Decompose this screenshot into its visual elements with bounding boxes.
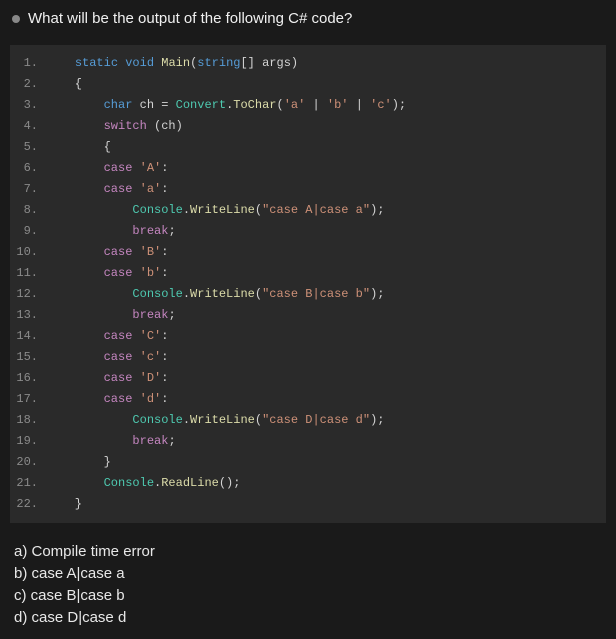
line-number: 13. bbox=[10, 305, 46, 326]
code-line: 18. Console.WriteLine("case D|case d"); bbox=[10, 410, 606, 431]
line-number: 7. bbox=[10, 179, 46, 200]
line-number: 12. bbox=[10, 284, 46, 305]
line-number: 16. bbox=[10, 368, 46, 389]
code-line: 10. case 'B': bbox=[10, 242, 606, 263]
line-content: case 'D': bbox=[46, 368, 168, 389]
line-content: case 'B': bbox=[46, 242, 168, 263]
code-line: 2. { bbox=[10, 74, 606, 95]
line-number: 20. bbox=[10, 452, 46, 473]
line-number: 4. bbox=[10, 116, 46, 137]
code-line: 1. static void Main(string[] args) bbox=[10, 53, 606, 74]
line-number: 1. bbox=[10, 53, 46, 74]
code-block: 1. static void Main(string[] args)2. {3.… bbox=[10, 45, 606, 523]
line-content: break; bbox=[46, 305, 176, 326]
code-line: 21. Console.ReadLine(); bbox=[10, 473, 606, 494]
code-line: 17. case 'd': bbox=[10, 389, 606, 410]
code-line: 5. { bbox=[10, 137, 606, 158]
line-content: Console.WriteLine("case A|case a"); bbox=[46, 200, 385, 221]
bullet-icon bbox=[12, 15, 20, 23]
line-number: 10. bbox=[10, 242, 46, 263]
code-line: 11. case 'b': bbox=[10, 263, 606, 284]
line-number: 19. bbox=[10, 431, 46, 452]
code-line: 7. case 'a': bbox=[10, 179, 606, 200]
answer-option[interactable]: a) Compile time error bbox=[14, 541, 602, 562]
line-content: case 'A': bbox=[46, 158, 168, 179]
code-line: 14. case 'C': bbox=[10, 326, 606, 347]
line-number: 21. bbox=[10, 473, 46, 494]
code-line: 16. case 'D': bbox=[10, 368, 606, 389]
code-line: 9. break; bbox=[10, 221, 606, 242]
code-line: 20. } bbox=[10, 452, 606, 473]
line-content: { bbox=[46, 137, 111, 158]
line-content: switch (ch) bbox=[46, 116, 183, 137]
answer-option[interactable]: d) case D|case d bbox=[14, 607, 602, 628]
line-content: case 'b': bbox=[46, 263, 168, 284]
line-content: } bbox=[46, 494, 82, 515]
line-number: 14. bbox=[10, 326, 46, 347]
question-text: What will be the output of the following… bbox=[28, 10, 352, 27]
line-content: break; bbox=[46, 221, 176, 242]
line-content: case 'd': bbox=[46, 389, 168, 410]
code-line: 15. case 'c': bbox=[10, 347, 606, 368]
line-content: case 'c': bbox=[46, 347, 168, 368]
line-content: { bbox=[46, 74, 82, 95]
code-line: 8. Console.WriteLine("case A|case a"); bbox=[10, 200, 606, 221]
line-number: 5. bbox=[10, 137, 46, 158]
answer-option[interactable]: c) case B|case b bbox=[14, 585, 602, 606]
code-line: 4. switch (ch) bbox=[10, 116, 606, 137]
line-content: case 'C': bbox=[46, 326, 168, 347]
answer-options: a) Compile time errorb) case A|case ac) … bbox=[0, 531, 616, 639]
line-number: 17. bbox=[10, 389, 46, 410]
answer-option[interactable]: b) case A|case a bbox=[14, 563, 602, 584]
line-content: case 'a': bbox=[46, 179, 168, 200]
line-content: Console.WriteLine("case B|case b"); bbox=[46, 284, 385, 305]
code-line: 19. break; bbox=[10, 431, 606, 452]
line-content: Console.WriteLine("case D|case d"); bbox=[46, 410, 385, 431]
code-line: 12. Console.WriteLine("case B|case b"); bbox=[10, 284, 606, 305]
line-content: static void Main(string[] args) bbox=[46, 53, 298, 74]
question-header: What will be the output of the following… bbox=[0, 0, 616, 37]
code-line: 13. break; bbox=[10, 305, 606, 326]
line-content: Console.ReadLine(); bbox=[46, 473, 240, 494]
line-number: 6. bbox=[10, 158, 46, 179]
code-line: 3. char ch = Convert.ToChar('a' | 'b' | … bbox=[10, 95, 606, 116]
line-content: char ch = Convert.ToChar('a' | 'b' | 'c'… bbox=[46, 95, 406, 116]
line-number: 2. bbox=[10, 74, 46, 95]
line-number: 22. bbox=[10, 494, 46, 515]
code-line: 6. case 'A': bbox=[10, 158, 606, 179]
line-number: 3. bbox=[10, 95, 46, 116]
line-number: 9. bbox=[10, 221, 46, 242]
line-number: 18. bbox=[10, 410, 46, 431]
line-content: } bbox=[46, 452, 111, 473]
line-number: 8. bbox=[10, 200, 46, 221]
code-line: 22. } bbox=[10, 494, 606, 515]
line-content: break; bbox=[46, 431, 176, 452]
line-number: 15. bbox=[10, 347, 46, 368]
line-number: 11. bbox=[10, 263, 46, 284]
